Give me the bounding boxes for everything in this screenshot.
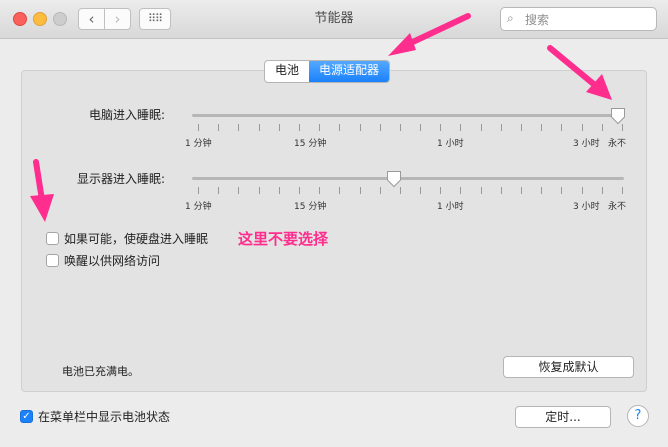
slider-tick: [460, 187, 462, 194]
slider-tick: [399, 124, 401, 131]
slider-tick: [601, 124, 603, 131]
annotation-text: 这里不要选择: [238, 230, 329, 248]
slider-tick: [339, 187, 341, 194]
slider-tick: [218, 187, 220, 194]
slider-tick: [561, 124, 563, 131]
slider-tick: [622, 124, 623, 131]
slider-tick: [460, 124, 462, 131]
tab-battery[interactable]: 电池: [265, 61, 309, 82]
slider-tick: [622, 187, 623, 194]
menubar-battery-checkbox[interactable]: ✓: [20, 410, 33, 423]
tick-label-1min: 1 分钟: [185, 139, 212, 149]
slider-tick: [238, 187, 240, 194]
title-bar: ‹ › ⠿⠿ 节能器 ⌕: [0, 0, 668, 39]
slider-tick: [379, 124, 381, 131]
harddisk-sleep-checkbox[interactable]: [46, 232, 59, 245]
slider-tick: [258, 124, 260, 131]
slider-tick: [218, 124, 220, 131]
slider-tick: [319, 187, 321, 194]
display-sleep-slider-knob[interactable]: [386, 170, 402, 188]
slider-tick: [541, 124, 543, 131]
checkmark-icon: ✓: [22, 411, 31, 422]
slider-tick: [420, 124, 422, 131]
slider-tick: [298, 187, 300, 194]
tick-label-never-2: 永不: [608, 202, 627, 212]
harddisk-sleep-label: 如果可能，使硬盘进入睡眠: [64, 232, 209, 246]
schedule-button[interactable]: 定时...: [515, 406, 611, 428]
slider-tick: [278, 187, 280, 194]
slider-tick: [440, 187, 442, 194]
tick-label-1hr-2: 1 小时: [437, 202, 464, 212]
slider-tick: [440, 124, 442, 131]
display-sleep-slider-track[interactable]: [192, 177, 624, 180]
wake-network-checkbox[interactable]: [46, 254, 59, 267]
wake-network-label: 唤醒以供网络访问: [64, 254, 161, 268]
slider-tick: [521, 187, 523, 194]
tick-label-1hr: 1 小时: [437, 139, 464, 149]
slider-tick: [420, 187, 422, 194]
slider-tick: [500, 187, 502, 194]
slider-tick: [521, 124, 523, 131]
search-icon: ⌕: [507, 11, 514, 25]
slider-tick: [500, 124, 502, 131]
computer-sleep-slider-track[interactable]: [192, 114, 624, 117]
tick-label-15min: 15 分钟: [294, 139, 327, 149]
search-input[interactable]: [523, 10, 652, 30]
slider-tick: [480, 187, 482, 194]
slider-tick: [480, 124, 482, 131]
slider-tick: [581, 187, 583, 194]
slider-tick: [339, 124, 341, 131]
energy-saver-window: ‹ › ⠿⠿ 节能器 ⌕ 电池 电源适配器 电脑进入睡眠: 1 分钟 15 分钟…: [0, 0, 668, 447]
slider-tick: [561, 187, 563, 194]
search-field[interactable]: ⌕: [500, 7, 657, 31]
tick-label-15min-2: 15 分钟: [294, 202, 327, 212]
tab-bar: 电池 电源适配器: [264, 60, 391, 83]
slider-tick: [541, 187, 543, 194]
tick-label-3hr: 3 小时: [573, 139, 600, 149]
slider-tick: [298, 124, 300, 131]
restore-defaults-button[interactable]: 恢复成默认: [503, 356, 634, 378]
slider-tick: [258, 187, 260, 194]
slider-tick: [359, 124, 361, 131]
menubar-battery-label: 在菜单栏中显示电池状态: [38, 410, 171, 424]
slider-tick: [601, 187, 603, 194]
slider-tick: [198, 124, 199, 131]
tab-power-adapter[interactable]: 电源适配器: [309, 61, 390, 82]
slider-tick: [359, 187, 361, 194]
slider-tick: [319, 124, 321, 131]
help-button[interactable]: ?: [627, 405, 649, 427]
computer-sleep-slider-knob[interactable]: [610, 107, 626, 125]
slider-tick: [581, 124, 583, 131]
slider-tick: [198, 187, 199, 194]
battery-status-text: 电池已充满电。: [62, 365, 139, 378]
slider-tick: [399, 187, 401, 194]
slider-tick: [278, 124, 280, 131]
display-sleep-label: 显示器进入睡眠:: [77, 172, 166, 186]
slider-tick: [379, 187, 381, 194]
computer-sleep-label: 电脑进入睡眠:: [89, 108, 166, 122]
tick-label-1min-2: 1 分钟: [185, 202, 212, 212]
tick-label-3hr-2: 3 小时: [573, 202, 600, 212]
slider-tick: [238, 124, 240, 131]
tick-label-never: 永不: [608, 139, 627, 149]
